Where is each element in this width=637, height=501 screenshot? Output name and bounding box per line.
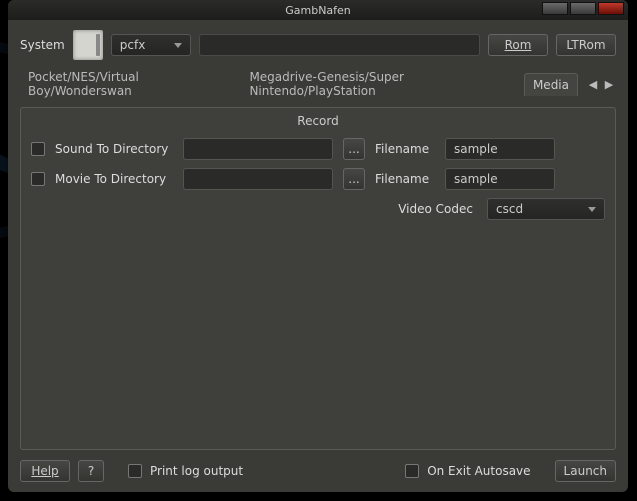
movie-browse-button[interactable]: ... <box>343 168 365 190</box>
tab-scroll-right[interactable]: ▶ <box>602 76 616 92</box>
video-codec-select[interactable]: cscd <box>487 198 605 220</box>
movie-filename-label: Filename <box>375 172 435 186</box>
tab-scroll-left[interactable]: ◀ <box>586 76 600 92</box>
close-button[interactable] <box>598 2 624 15</box>
media-panel: Record Sound To Directory ... Filename s… <box>20 107 616 450</box>
rom-path-input[interactable] <box>199 34 480 56</box>
sound-filename-label: Filename <box>375 142 435 156</box>
launch-button[interactable]: Launch <box>555 460 616 482</box>
system-select[interactable]: pcfx <box>111 34 191 56</box>
sound-dir-input[interactable] <box>183 138 333 160</box>
chevron-down-icon <box>588 207 596 212</box>
system-label: System <box>20 38 65 52</box>
help-question-button[interactable]: ? <box>78 460 104 482</box>
ltrom-button[interactable]: LTRom <box>556 34 616 56</box>
sound-browse-button[interactable]: ... <box>343 138 365 160</box>
titlebar[interactable]: GambNafen <box>8 0 628 20</box>
system-select-value: pcfx <box>120 38 146 52</box>
rom-button[interactable]: Rom <box>488 34 548 56</box>
movie-to-dir-label: Movie To Directory <box>55 172 173 186</box>
movie-dir-input[interactable] <box>183 168 333 190</box>
tab-media[interactable]: Media <box>524 73 578 96</box>
main-window: GambNafen System pcfx Rom LTRom Pocket/N… <box>8 0 628 492</box>
movie-to-dir-checkbox[interactable] <box>31 172 45 186</box>
sound-to-dir-label: Sound To Directory <box>55 142 173 156</box>
tab-pocket-nes-vb-ws[interactable]: Pocket/NES/Virtual Boy/Wonderswan <box>20 66 237 102</box>
window-title: GambNafen <box>285 4 351 17</box>
sound-filename-input[interactable]: sample <box>445 138 555 160</box>
on-exit-autosave-label: On Exit Autosave <box>427 464 530 478</box>
print-log-checkbox[interactable] <box>128 464 142 478</box>
print-log-label: Print log output <box>150 464 243 478</box>
chevron-down-icon <box>174 43 182 48</box>
help-button[interactable]: Help <box>20 460 70 482</box>
minimize-button[interactable] <box>542 2 568 15</box>
record-title: Record <box>31 114 605 128</box>
movie-filename-input[interactable]: sample <box>445 168 555 190</box>
sound-to-dir-checkbox[interactable] <box>31 142 45 156</box>
maximize-button[interactable] <box>570 2 596 15</box>
system-icon <box>73 30 103 60</box>
tab-genesis-snes-psx[interactable]: Megadrive-Genesis/Super Nintendo/PlaySta… <box>241 66 520 102</box>
video-codec-value: cscd <box>496 202 523 216</box>
video-codec-label: Video Codec <box>398 202 473 216</box>
on-exit-autosave-checkbox[interactable] <box>405 464 419 478</box>
